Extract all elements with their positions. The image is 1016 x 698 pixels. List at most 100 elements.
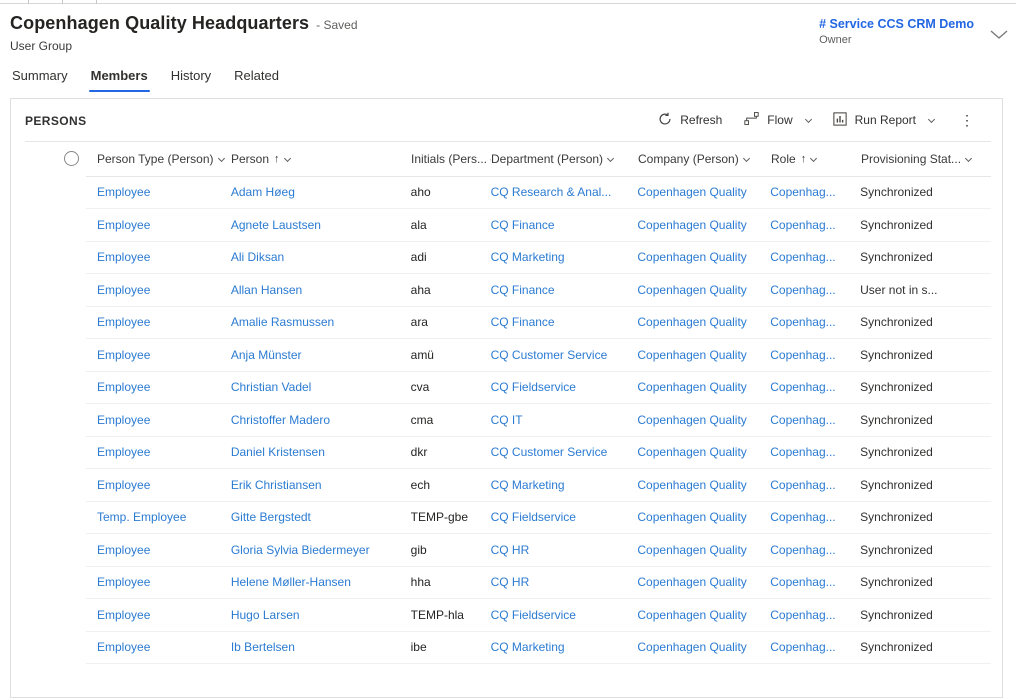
cell-department[interactable]: CQ Customer Service xyxy=(491,445,638,459)
cell-company[interactable]: Copenhagen Quality xyxy=(637,348,770,362)
cell-person[interactable]: Gloria Sylvia Biedermeyer xyxy=(231,543,411,557)
cell-person[interactable]: Anja Münster xyxy=(231,348,411,362)
cell-company[interactable]: Copenhagen Quality xyxy=(637,218,770,232)
cell-person[interactable]: Gitte Bergstedt xyxy=(231,510,411,524)
column-header-department[interactable]: Department (Person) xyxy=(491,152,638,166)
cell-person[interactable]: Adam Høeg xyxy=(231,185,411,199)
cell-department[interactable]: CQ Marketing xyxy=(491,640,638,654)
table-row[interactable]: EmployeeAmalie RasmussenaraCQ FinanceCop… xyxy=(86,307,991,340)
cell-company[interactable]: Copenhagen Quality xyxy=(637,478,770,492)
cell-role[interactable]: Copenhag... xyxy=(770,380,860,394)
cell-company[interactable]: Copenhagen Quality xyxy=(637,315,770,329)
column-header-company[interactable]: Company (Person) xyxy=(638,152,771,166)
cell-type[interactable]: Employee xyxy=(97,413,231,427)
cell-department[interactable]: CQ Marketing xyxy=(491,478,638,492)
tab-summary[interactable]: Summary xyxy=(10,66,70,92)
cell-type[interactable]: Employee xyxy=(97,283,231,297)
cell-type[interactable]: Employee xyxy=(97,478,231,492)
table-row[interactable]: EmployeeChristoffer MaderocmaCQ ITCopenh… xyxy=(86,404,991,437)
table-row[interactable]: EmployeeErik ChristiansenechCQ Marketing… xyxy=(86,469,991,502)
more-commands-button[interactable]: ⋮ xyxy=(956,112,978,129)
cell-type[interactable]: Employee xyxy=(97,640,231,654)
header-collapse-chevron-icon[interactable] xyxy=(990,26,1008,44)
cell-department[interactable]: CQ Finance xyxy=(491,315,638,329)
cell-person[interactable]: Erik Christiansen xyxy=(231,478,411,492)
column-header-person[interactable]: Person↑ xyxy=(231,152,411,166)
table-row[interactable]: EmployeeAdam HøegahoCQ Research & Anal..… xyxy=(86,177,991,210)
cell-type[interactable]: Employee xyxy=(97,380,231,394)
cell-role[interactable]: Copenhag... xyxy=(770,413,860,427)
table-row[interactable]: EmployeeGloria Sylvia BiedermeyergibCQ H… xyxy=(86,534,991,567)
refresh-button[interactable]: Refresh xyxy=(658,112,722,129)
cell-role[interactable]: Copenhag... xyxy=(770,543,860,557)
cell-company[interactable]: Copenhagen Quality xyxy=(637,608,770,622)
cell-department[interactable]: CQ Finance xyxy=(491,283,638,297)
cell-company[interactable]: Copenhagen Quality xyxy=(637,575,770,589)
cell-department[interactable]: CQ IT xyxy=(491,413,638,427)
cell-person[interactable]: Christoffer Madero xyxy=(231,413,411,427)
cell-department[interactable]: CQ Customer Service xyxy=(491,348,638,362)
cell-company[interactable]: Copenhagen Quality xyxy=(637,185,770,199)
cell-company[interactable]: Copenhagen Quality xyxy=(637,413,770,427)
cell-department[interactable]: CQ Marketing xyxy=(491,250,638,264)
cell-type[interactable]: Employee xyxy=(97,315,231,329)
table-row[interactable]: EmployeeAgnete LaustsenalaCQ FinanceCope… xyxy=(86,209,991,242)
cell-role[interactable]: Copenhag... xyxy=(770,348,860,362)
cell-type[interactable]: Employee xyxy=(97,250,231,264)
cell-person[interactable]: Hugo Larsen xyxy=(231,608,411,622)
tab-related[interactable]: Related xyxy=(232,66,281,92)
column-header-role[interactable]: Role↑ xyxy=(771,152,861,166)
flow-button[interactable]: Flow xyxy=(744,112,810,128)
cell-person[interactable]: Agnete Laustsen xyxy=(231,218,411,232)
cell-person[interactable]: Christian Vadel xyxy=(231,380,411,394)
cell-role[interactable]: Copenhag... xyxy=(770,510,860,524)
cell-type[interactable]: Employee xyxy=(97,185,231,199)
column-header-type[interactable]: Person Type (Person) xyxy=(97,152,231,166)
column-header-initials[interactable]: Initials (Pers... xyxy=(411,152,491,166)
cell-role[interactable]: Copenhag... xyxy=(770,250,860,264)
cell-department[interactable]: CQ Research & Anal... xyxy=(491,185,638,199)
table-row[interactable]: EmployeeIb BertelsenibeCQ MarketingCopen… xyxy=(86,632,991,665)
table-row[interactable]: EmployeeAli DiksanadiCQ MarketingCopenha… xyxy=(86,242,991,275)
cell-type[interactable]: Employee xyxy=(97,608,231,622)
cell-department[interactable]: CQ Finance xyxy=(491,218,638,232)
cell-department[interactable]: CQ Fieldservice xyxy=(491,510,638,524)
cell-role[interactable]: Copenhag... xyxy=(770,608,860,622)
cell-company[interactable]: Copenhagen Quality xyxy=(637,283,770,297)
cell-person[interactable]: Ali Diksan xyxy=(231,250,411,264)
cell-role[interactable]: Copenhag... xyxy=(770,445,860,459)
table-row[interactable]: Temp. EmployeeGitte BergstedtTEMP-gbeCQ … xyxy=(86,502,991,535)
table-row[interactable]: EmployeeHelene Møller-HansenhhaCQ HRCope… xyxy=(86,567,991,600)
cell-department[interactable]: CQ Fieldservice xyxy=(491,380,638,394)
select-all-radio[interactable] xyxy=(64,151,79,166)
cell-type[interactable]: Employee xyxy=(97,218,231,232)
cell-department[interactable]: CQ HR xyxy=(491,543,638,557)
cell-role[interactable]: Copenhag... xyxy=(770,478,860,492)
cell-type[interactable]: Employee xyxy=(97,543,231,557)
cell-company[interactable]: Copenhagen Quality xyxy=(637,640,770,654)
cell-role[interactable]: Copenhag... xyxy=(770,283,860,297)
tab-history[interactable]: History xyxy=(169,66,213,92)
cell-role[interactable]: Copenhag... xyxy=(770,640,860,654)
cell-role[interactable]: Copenhag... xyxy=(770,575,860,589)
table-row[interactable]: EmployeeChristian VadelcvaCQ Fieldservic… xyxy=(86,372,991,405)
table-row[interactable]: EmployeeAllan HansenahaCQ FinanceCopenha… xyxy=(86,274,991,307)
column-header-status[interactable]: Provisioning Stat... xyxy=(861,152,992,166)
cell-type[interactable]: Temp. Employee xyxy=(97,510,231,524)
cell-type[interactable]: Employee xyxy=(97,348,231,362)
table-row[interactable]: EmployeeAnja MünsteramüCQ Customer Servi… xyxy=(86,339,991,372)
cell-department[interactable]: CQ HR xyxy=(491,575,638,589)
cell-person[interactable]: Daniel Kristensen xyxy=(231,445,411,459)
cell-company[interactable]: Copenhagen Quality xyxy=(637,510,770,524)
cell-company[interactable]: Copenhagen Quality xyxy=(637,445,770,459)
owner-lookup-link[interactable]: # Service CCS CRM Demo xyxy=(819,17,974,31)
table-row[interactable]: EmployeeDaniel KristensendkrCQ Customer … xyxy=(86,437,991,470)
cell-company[interactable]: Copenhagen Quality xyxy=(637,380,770,394)
cell-role[interactable]: Copenhag... xyxy=(770,315,860,329)
cell-company[interactable]: Copenhagen Quality xyxy=(637,250,770,264)
cell-person[interactable]: Ib Bertelsen xyxy=(231,640,411,654)
tab-members[interactable]: Members xyxy=(89,66,150,92)
cell-type[interactable]: Employee xyxy=(97,575,231,589)
cell-company[interactable]: Copenhagen Quality xyxy=(637,543,770,557)
cell-role[interactable]: Copenhag... xyxy=(770,185,860,199)
